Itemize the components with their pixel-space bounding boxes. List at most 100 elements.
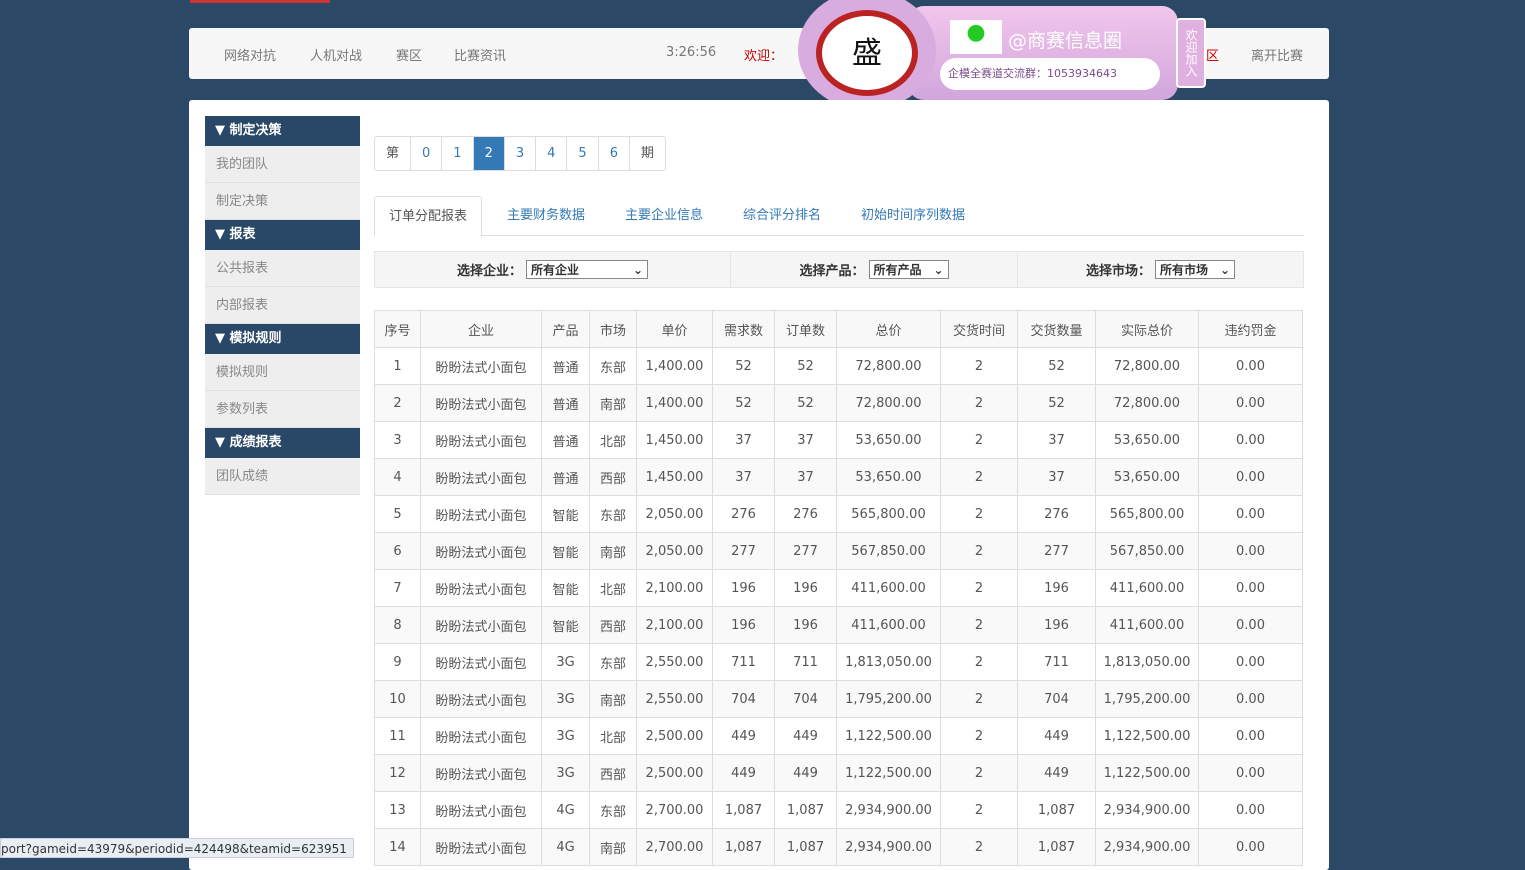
nav-news[interactable]: 比赛资讯 <box>454 45 506 64</box>
table-cell: 南部 <box>589 828 637 866</box>
table-cell: 37 <box>712 458 775 496</box>
table-cell: 411,600.00 <box>836 569 941 607</box>
nav-zone[interactable]: 赛区 <box>396 45 422 64</box>
table-cell: 南部 <box>589 532 637 570</box>
table-cell: 5 <box>374 495 421 533</box>
table-cell: 盼盼法式小面包 <box>420 458 542 496</box>
sidebar-header-reports[interactable]: ▼ 报表 <box>205 220 360 250</box>
page-3[interactable]: 3 <box>505 137 537 170</box>
table-cell: 52 <box>712 384 775 422</box>
status-bar-url: port?gameid=43979&periodid=424498&teamid… <box>0 838 354 858</box>
table-cell: 2 <box>940 717 1018 755</box>
nav-ai[interactable]: 人机对战 <box>310 45 362 64</box>
main-panel: ▼ 制定决策 我的团队 制定决策 ▼ 报表 公共报表 内部报表 ▼ 模拟规则 模… <box>189 100 1329 870</box>
table-cell: 东部 <box>589 791 637 829</box>
table-row: 8 盼盼法式小面包 智能 西部 2,100.00 196 196 411,600.00 2 196… <box>374 606 1303 644</box>
table-cell: 1,450.00 <box>636 421 713 459</box>
table-cell: 3 <box>374 421 421 459</box>
table-cell: 普通 <box>541 384 590 422</box>
table-cell: 盼盼法式小面包 <box>420 532 542 570</box>
sidebar-header-decision[interactable]: ▼ 制定决策 <box>205 116 360 146</box>
table-cell: 2,500.00 <box>636 717 713 755</box>
table-cell: 3G <box>541 643 590 681</box>
table-cell: 盼盼法式小面包 <box>420 717 542 755</box>
table-cell: 2 <box>374 384 421 422</box>
product-select[interactable]: 所有产品 ⌄ <box>868 260 949 279</box>
table-cell: 72,800.00 <box>1095 384 1199 422</box>
leave-game-link[interactable]: 离开比赛 <box>1251 45 1303 64</box>
table-cell: 567,850.00 <box>1095 532 1199 570</box>
page-0[interactable]: 0 <box>411 137 443 170</box>
product-select-value: 所有产品 <box>873 263 922 277</box>
table-cell: 37 <box>774 458 837 496</box>
table-cell: 3G <box>541 717 590 755</box>
page-5[interactable]: 5 <box>567 137 599 170</box>
nav-network[interactable]: 网络对抗 <box>224 45 276 64</box>
table-cell: 2,050.00 <box>636 495 713 533</box>
sidebar-item-public-reports[interactable]: 公共报表 <box>205 250 360 287</box>
sidebar-item-internal-reports[interactable]: 内部报表 <box>205 287 360 324</box>
page-4[interactable]: 4 <box>536 137 568 170</box>
tab-orders[interactable]: 订单分配报表 <box>374 196 483 237</box>
table-cell: 6 <box>374 532 421 570</box>
table-cell: 2 <box>940 347 1018 385</box>
promo-join-button[interactable]: 欢迎加入 <box>1176 18 1206 88</box>
table-cell: 1,813,050.00 <box>1095 643 1199 681</box>
tab-company-info[interactable]: 主要企业信息 <box>625 196 703 237</box>
table-cell: 2,700.00 <box>636 791 713 829</box>
table-cell: 北部 <box>589 569 637 607</box>
wechat-icon: ● <box>950 20 1002 54</box>
page-1[interactable]: 1 <box>442 137 474 170</box>
table-cell: 1 <box>374 347 421 385</box>
table-cell: 37 <box>1017 458 1096 496</box>
table-cell: 盼盼法式小面包 <box>420 384 542 422</box>
table-cell: 1,087 <box>774 791 837 829</box>
column-header: 实际总价 <box>1095 310 1199 348</box>
table-cell: 1,400.00 <box>636 384 713 422</box>
table-cell: 2,500.00 <box>636 754 713 792</box>
sidebar-item-params[interactable]: 参数列表 <box>205 391 360 428</box>
column-header: 订单数 <box>774 310 837 348</box>
table-cell: 2,550.00 <box>636 680 713 718</box>
table-cell: 411,600.00 <box>836 606 941 644</box>
tab-finance[interactable]: 主要财务数据 <box>507 196 585 237</box>
column-header: 交货数量 <box>1017 310 1096 348</box>
sidebar-header-scores[interactable]: ▼ 成绩报表 <box>205 428 360 458</box>
tab-ranking[interactable]: 综合评分排名 <box>743 196 821 237</box>
page-6[interactable]: 6 <box>599 137 630 170</box>
sidebar-item-rules[interactable]: 模拟规则 <box>205 354 360 391</box>
table-row: 9 盼盼法式小面包 3G 东部 2,550.00 711 711 1,813,050.00 2 7… <box>374 643 1303 681</box>
table-cell: 2,100.00 <box>636 606 713 644</box>
table-cell: 449 <box>774 717 837 755</box>
page-2[interactable]: 2 <box>473 137 505 170</box>
table-cell: 盼盼法式小面包 <box>420 680 542 718</box>
promo-group: 企模全赛道交流群：1053934643 <box>940 58 1160 90</box>
table-cell: 196 <box>774 569 837 607</box>
table-cell: 411,600.00 <box>1095 569 1199 607</box>
table-cell: 3G <box>541 754 590 792</box>
table-cell: 37 <box>712 421 775 459</box>
sidebar-header-rules[interactable]: ▼ 模拟规则 <box>205 324 360 354</box>
table-cell: 1,400.00 <box>636 347 713 385</box>
table-cell: 东部 <box>589 495 637 533</box>
sidebar-item-my-team[interactable]: 我的团队 <box>205 146 360 183</box>
table-cell: 52 <box>774 347 837 385</box>
table-cell: 0.00 <box>1198 828 1303 866</box>
table-cell: 4 <box>374 458 421 496</box>
tab-time-series[interactable]: 初始时间序列数据 <box>861 196 965 237</box>
table-cell: 0.00 <box>1198 495 1303 533</box>
market-select[interactable]: 所有市场 ⌄ <box>1155 260 1235 279</box>
table-cell: 0.00 <box>1198 347 1303 385</box>
table-cell: 2,934,900.00 <box>836 791 941 829</box>
company-select[interactable]: 所有企业 ⌄ <box>526 260 648 279</box>
table-cell: 4G <box>541 791 590 829</box>
table-cell: 0.00 <box>1198 643 1303 681</box>
table-cell: 盼盼法式小面包 <box>420 643 542 681</box>
table-cell: 2,100.00 <box>636 569 713 607</box>
table-cell: 711 <box>712 643 775 681</box>
sidebar-item-make-decision[interactable]: 制定决策 <box>205 183 360 220</box>
sidebar-item-team-scores[interactable]: 团队成绩 <box>205 458 360 495</box>
table-cell: 449 <box>774 754 837 792</box>
table-cell: 52 <box>712 347 775 385</box>
table-cell: 1,122,500.00 <box>836 754 941 792</box>
